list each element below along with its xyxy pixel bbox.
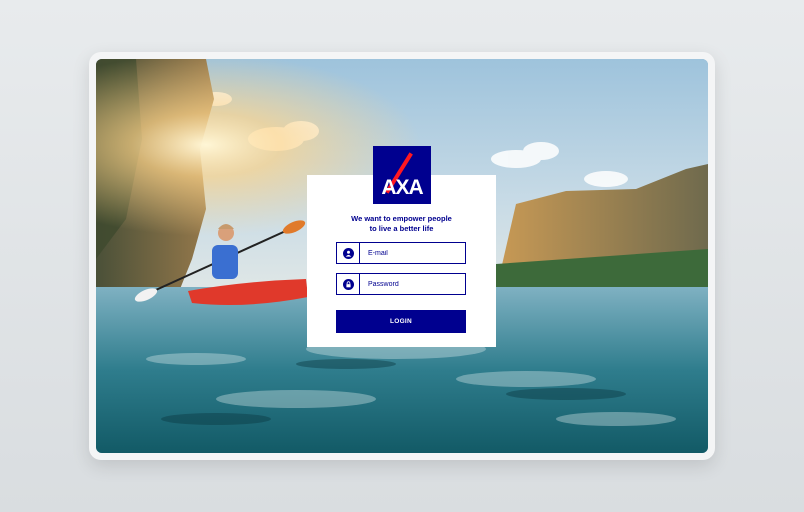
password-field[interactable] xyxy=(336,273,466,295)
email-icon-box xyxy=(337,243,360,263)
login-button[interactable]: LOGIN xyxy=(336,310,466,333)
tagline: We want to empower people to live a bett… xyxy=(307,214,496,234)
lock-icon xyxy=(342,278,354,290)
email-input[interactable] xyxy=(360,248,465,258)
password-input[interactable] xyxy=(360,279,465,289)
app-screen: AXA We want to empower people to live a … xyxy=(96,59,708,453)
tagline-line-1: We want to empower people xyxy=(351,214,452,223)
logo-wordmark: AXA xyxy=(381,176,423,199)
axa-logo: AXA xyxy=(373,146,431,204)
tagline-line-2: to live a better life xyxy=(369,224,434,233)
user-icon xyxy=(342,247,354,259)
password-icon-box xyxy=(337,274,360,294)
device-frame: AXA We want to empower people to live a … xyxy=(89,52,715,460)
email-field[interactable] xyxy=(336,242,466,264)
